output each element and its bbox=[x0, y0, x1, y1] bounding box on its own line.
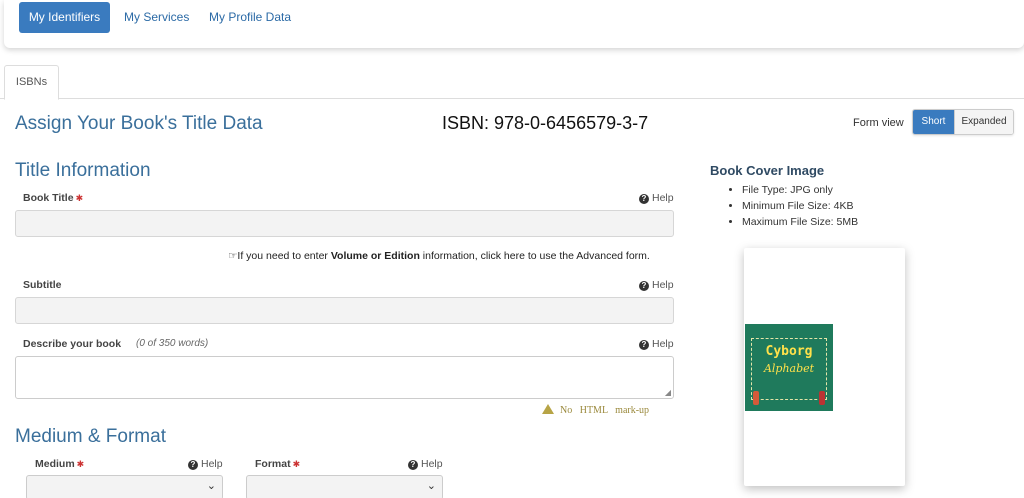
no-html-warning: No HTML mark-up bbox=[542, 404, 649, 416]
nav-my-profile-data[interactable]: My Profile Data bbox=[197, 2, 303, 33]
page-title: Assign Your Book's Title Data bbox=[15, 113, 263, 134]
help-text: Help bbox=[652, 192, 674, 204]
list-item: File Type: JPG only bbox=[742, 182, 858, 198]
no-html-text: No HTML mark-up bbox=[560, 405, 650, 416]
book-title-input[interactable] bbox=[15, 210, 674, 237]
top-nav: My Identifiers My Services My Profile Da… bbox=[4, 0, 1024, 48]
warning-icon bbox=[542, 404, 554, 414]
form-view-label: Form view bbox=[853, 117, 904, 129]
book-title-label: Book Title ✱ bbox=[23, 192, 83, 204]
word-count: (0 of 350 words) bbox=[136, 338, 209, 349]
advanced-note-bold: Volume or Edition bbox=[330, 250, 420, 262]
format-select[interactable]: ⌄ bbox=[246, 475, 443, 498]
format-help[interactable]: ? Help bbox=[408, 458, 443, 470]
chevron-down-icon: ⌄ bbox=[206, 480, 216, 492]
required-icon: ✱ bbox=[292, 459, 301, 469]
form-view-short-button[interactable]: Short bbox=[913, 110, 954, 134]
question-circle-icon: ? bbox=[639, 340, 649, 350]
describe-help[interactable]: ? Help bbox=[639, 338, 674, 350]
help-text: Help bbox=[652, 279, 674, 291]
help-text: Help bbox=[421, 458, 443, 470]
required-icon: ✱ bbox=[75, 193, 84, 203]
title-information-heading: Title Information bbox=[15, 160, 151, 181]
tab-bar: ISBNs bbox=[0, 65, 1024, 100]
resize-grip-icon[interactable]: ◢ bbox=[665, 388, 671, 397]
isbn-number: ISBN: 978-0-6456579-3-7 bbox=[442, 113, 649, 133]
format-label: Format ✱ bbox=[255, 458, 300, 470]
advanced-form-link[interactable]: ☞If you need to enter Volume or Edition … bbox=[228, 250, 650, 262]
medium-help[interactable]: ? Help bbox=[188, 458, 223, 470]
list-item: Minimum File Size: 4KB bbox=[742, 198, 858, 214]
medium-select[interactable]: ⌄ bbox=[26, 475, 223, 498]
question-circle-icon: ? bbox=[639, 194, 649, 204]
cover-title-line2: Alphabet bbox=[763, 362, 815, 375]
form-view-expanded-button[interactable]: Expanded bbox=[954, 110, 1013, 134]
question-circle-icon: ? bbox=[408, 460, 418, 470]
book-title-label-text: Book Title bbox=[23, 192, 74, 204]
question-circle-icon: ? bbox=[639, 281, 649, 291]
pointing-hand-icon: ☞ bbox=[228, 250, 238, 262]
medium-label: Medium ✱ bbox=[35, 458, 84, 470]
cover-title-line1: Cyborg bbox=[765, 344, 813, 359]
required-icon: ✱ bbox=[76, 459, 85, 469]
form-view-toggle: Short Expanded bbox=[912, 109, 1014, 135]
robot-figure-icon bbox=[753, 391, 759, 405]
describe-book-textarea[interactable]: ◢ bbox=[15, 356, 674, 399]
describe-book-label: Describe your book bbox=[23, 338, 122, 350]
book-cover-heading: Book Cover Image bbox=[710, 163, 825, 178]
book-title-help[interactable]: ? Help bbox=[639, 192, 674, 204]
cover-requirements-list: File Type: JPG only Minimum File Size: 4… bbox=[742, 182, 858, 230]
format-label-text: Format bbox=[255, 458, 291, 470]
question-circle-icon: ? bbox=[188, 460, 198, 470]
nav-my-identifiers[interactable]: My Identifiers bbox=[19, 2, 110, 33]
book-cover-thumbnail: Cyborg Alphabet bbox=[745, 324, 833, 411]
medium-label-text: Medium bbox=[35, 458, 75, 470]
robot-figure-icon bbox=[819, 391, 825, 405]
subtitle-input[interactable] bbox=[15, 297, 674, 324]
help-text: Help bbox=[201, 458, 223, 470]
list-item: Maximum File Size: 5MB bbox=[742, 214, 858, 230]
tab-isbns[interactable]: ISBNs bbox=[4, 65, 59, 100]
chevron-down-icon: ⌄ bbox=[426, 480, 436, 492]
nav-my-services[interactable]: My Services bbox=[112, 2, 201, 33]
advanced-note-post: information, click here to use the Advan… bbox=[419, 250, 650, 262]
help-text: Help bbox=[652, 338, 674, 350]
medium-format-heading: Medium & Format bbox=[15, 426, 166, 447]
advanced-note-pre: If you need to enter bbox=[237, 250, 331, 262]
subtitle-label: Subtitle bbox=[23, 279, 62, 291]
subtitle-help[interactable]: ? Help bbox=[639, 279, 674, 291]
